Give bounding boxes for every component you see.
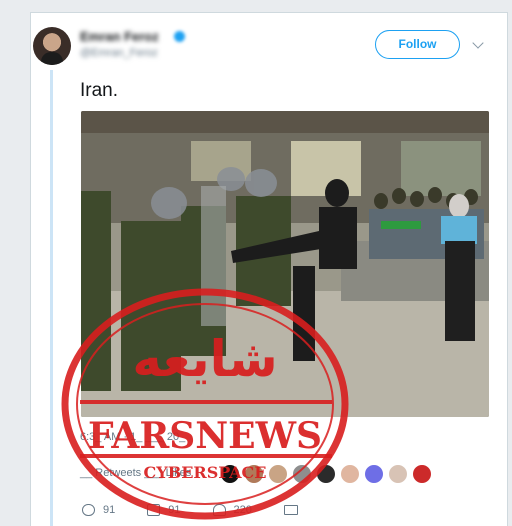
author-avatar[interactable] [33, 27, 71, 65]
retweet-icon [147, 504, 161, 516]
liker-avatar[interactable] [412, 464, 432, 484]
tweet-timestamp[interactable]: 6:3_ AM · 1_ ___ 20_ [80, 431, 185, 443]
liker-avatar[interactable] [292, 464, 312, 484]
reply-button[interactable]: 91 [82, 504, 115, 516]
tweet-actions: 91 91 220 [82, 504, 338, 516]
liker-avatar[interactable] [268, 464, 288, 484]
liker-avatar[interactable] [364, 464, 384, 484]
like-button[interactable]: 220 [212, 504, 252, 516]
verified-badge-icon [174, 31, 185, 42]
liker-avatar[interactable] [388, 464, 408, 484]
follow-button[interactable]: Follow [375, 30, 460, 59]
protest-photo-illustration [81, 111, 489, 417]
mail-icon [283, 505, 298, 515]
reply-icon [82, 504, 95, 516]
like-count: 220 [233, 504, 252, 516]
direct-message-button[interactable] [283, 505, 306, 515]
heart-icon [212, 504, 226, 516]
liker-avatar[interactable] [220, 464, 240, 484]
retweet-count: 91 [168, 504, 181, 516]
liker-avatar[interactable] [340, 464, 360, 484]
reply-count: 91 [103, 504, 116, 516]
liker-avatars [220, 464, 432, 484]
retweet-button[interactable]: 91 [147, 504, 181, 516]
tweet-text: Iran. [80, 80, 119, 101]
thread-line [50, 70, 53, 526]
liker-avatar[interactable] [316, 464, 336, 484]
author-handle[interactable]: @Emran_Feroz [80, 47, 158, 59]
liker-avatar[interactable] [244, 464, 264, 484]
engagement-summary[interactable]: __ Retweets ___ Likes [80, 467, 191, 479]
author-name[interactable]: Emran Feroz [80, 29, 159, 44]
tweet-photo[interactable] [81, 111, 489, 417]
